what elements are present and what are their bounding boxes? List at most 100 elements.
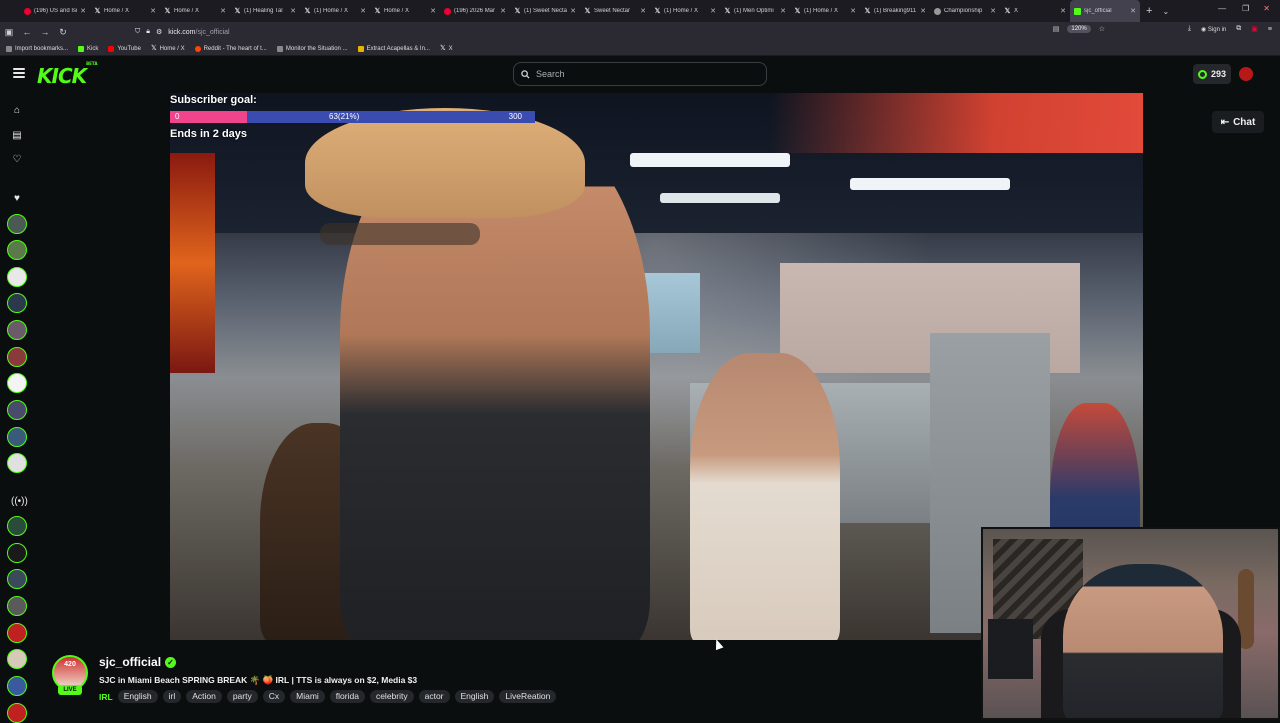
tab-close-icon[interactable]: ✕ bbox=[780, 7, 786, 15]
stream-tag[interactable]: irl bbox=[162, 690, 182, 703]
tab-close-icon[interactable]: ✕ bbox=[1060, 7, 1066, 15]
tab-close-icon[interactable]: ✕ bbox=[1130, 7, 1136, 15]
recommended-channel-avatar[interactable] bbox=[7, 516, 27, 536]
browser-tab[interactable]: Championship ✕ bbox=[930, 0, 1000, 22]
close-window-icon[interactable]: ✕ bbox=[1263, 4, 1270, 13]
tab-close-icon[interactable]: ✕ bbox=[500, 7, 506, 15]
browser-tab[interactable]: 𝕏 (1) Home / X ✕ bbox=[790, 0, 860, 22]
followed-channel-avatar[interactable] bbox=[7, 373, 27, 393]
browser-tab[interactable]: 𝕏 X ✕ bbox=[1000, 0, 1070, 22]
stream-tag[interactable]: English bbox=[117, 690, 158, 703]
followed-channel-avatar[interactable] bbox=[7, 400, 27, 420]
stream-category-link[interactable]: IRL bbox=[99, 692, 113, 702]
recommended-channel-avatar[interactable] bbox=[7, 543, 27, 563]
tab-close-icon[interactable]: ✕ bbox=[570, 7, 576, 15]
bookmark-item[interactable]: Kick bbox=[78, 45, 98, 52]
browser-tab[interactable]: (196) 2026 Mar ✕ bbox=[440, 0, 510, 22]
tab-close-icon[interactable]: ✕ bbox=[80, 7, 86, 15]
browser-tab[interactable]: 𝕏 Home / X ✕ bbox=[370, 0, 440, 22]
tab-close-icon[interactable]: ✕ bbox=[640, 7, 646, 15]
stream-tag[interactable]: Cx bbox=[262, 690, 286, 703]
tab-list-icon[interactable]: ⌄ bbox=[1162, 7, 1169, 16]
followed-channel-avatar[interactable] bbox=[7, 347, 27, 367]
tab-close-icon[interactable]: ✕ bbox=[990, 7, 996, 15]
browser-tab[interactable]: (196) US and Isr ✕ bbox=[20, 0, 90, 22]
chat-toggle-button[interactable]: ⇤ Chat bbox=[1212, 111, 1264, 133]
stream-tag[interactable]: celebrity bbox=[369, 690, 414, 703]
bookmark-item[interactable]: Monitor the Situation ... bbox=[276, 45, 348, 52]
browser-tab[interactable]: 𝕏 (1) Men Optimi ✕ bbox=[720, 0, 790, 22]
bookmark-item[interactable]: 𝕏 Home / X bbox=[151, 45, 185, 52]
stream-tag[interactable]: LiveReation bbox=[499, 690, 557, 703]
zoom-level[interactable]: 120% bbox=[1067, 25, 1091, 33]
stream-tag[interactable]: florida bbox=[329, 690, 365, 703]
bookmark-item[interactable]: Reddit - The heart of t... bbox=[194, 45, 267, 52]
sidebar-toggle-icon[interactable]: ▣ bbox=[0, 27, 18, 38]
browser-tab[interactable]: 𝕏 (1) Breaking911 ✕ bbox=[860, 0, 930, 22]
bookmark-item[interactable]: YouTube bbox=[108, 45, 141, 52]
browser-tab[interactable]: 𝕏 Home / X ✕ bbox=[160, 0, 230, 22]
bookmark-item[interactable]: 𝕏X bbox=[439, 44, 453, 52]
minimize-icon[interactable]: — bbox=[1218, 4, 1226, 13]
followed-channel-avatar[interactable] bbox=[7, 240, 27, 260]
extensions-icon[interactable]: ⧉ bbox=[1236, 25, 1241, 33]
recommended-channel-avatar[interactable] bbox=[7, 596, 27, 616]
extension-icon[interactable]: ▣ bbox=[1251, 25, 1258, 33]
forward-icon[interactable]: → bbox=[36, 27, 54, 37]
tab-close-icon[interactable]: ✕ bbox=[220, 7, 226, 15]
menu-icon[interactable]: ≡ bbox=[1268, 26, 1272, 33]
browser-tab[interactable]: 𝕏 (1) Home / X ✕ bbox=[650, 0, 720, 22]
bookmark-item[interactable]: Extract Acapellas & In... bbox=[357, 45, 430, 52]
recommended-channel-avatar[interactable] bbox=[7, 623, 27, 643]
streamer-name[interactable]: sjc_official bbox=[99, 655, 161, 669]
browser-tab-label: Home / X bbox=[104, 8, 130, 14]
tab-close-icon[interactable]: ✕ bbox=[850, 7, 856, 15]
followed-channel-avatar[interactable] bbox=[7, 427, 27, 447]
bookmark-item[interactable]: Import bookmarks... bbox=[6, 45, 68, 52]
recommended-channel-avatar[interactable] bbox=[7, 569, 27, 589]
stream-tag[interactable]: party bbox=[226, 690, 258, 703]
stream-tag[interactable]: English bbox=[454, 690, 495, 703]
reload-icon[interactable]: ↻ bbox=[54, 27, 72, 38]
tab-close-icon[interactable]: ✕ bbox=[920, 7, 926, 15]
browser-tab[interactable]: 𝕏 (1) Healing Tal ✕ bbox=[230, 0, 300, 22]
url-bar[interactable]: ⛉ 🔒︎ ⚙ kick.com/sjc_official bbox=[135, 25, 1105, 39]
home-icon[interactable]: ⌂ bbox=[11, 105, 23, 117]
downloads-icon[interactable]: ⤓ bbox=[1188, 25, 1191, 33]
kick-logo[interactable]: KICKBETA bbox=[37, 61, 97, 88]
account-sign-in[interactable]: ◉ Sign in bbox=[1201, 26, 1226, 33]
tab-close-icon[interactable]: ✕ bbox=[430, 7, 436, 15]
recommended-channel-avatar[interactable] bbox=[7, 676, 27, 696]
tab-close-icon[interactable]: ✕ bbox=[360, 7, 366, 15]
search-input[interactable]: Search bbox=[513, 62, 767, 86]
following-heart-icon[interactable]: ♡ bbox=[11, 154, 23, 166]
stream-tag[interactable]: Action bbox=[186, 690, 222, 703]
reader-view-icon[interactable]: ▤ bbox=[1053, 25, 1060, 33]
followed-channel-avatar[interactable] bbox=[7, 293, 27, 313]
browser-tab[interactable]: sjc_official ✕ bbox=[1070, 0, 1140, 22]
tab-close-icon[interactable]: ✕ bbox=[290, 7, 296, 15]
user-avatar[interactable] bbox=[1239, 67, 1253, 81]
x-icon: 𝕏 bbox=[439, 44, 446, 52]
recommended-channel-avatar[interactable] bbox=[7, 703, 27, 723]
followed-channel-avatar[interactable] bbox=[7, 214, 27, 234]
followed-channel-avatar[interactable] bbox=[7, 453, 27, 473]
hamburger-menu-icon[interactable] bbox=[13, 68, 25, 78]
recommended-channel-avatar[interactable] bbox=[7, 649, 27, 669]
tab-close-icon[interactable]: ✕ bbox=[150, 7, 156, 15]
browse-icon[interactable]: ▤ bbox=[11, 130, 23, 142]
bookmark-star-icon[interactable]: ☆ bbox=[1099, 25, 1105, 33]
followed-channel-avatar[interactable] bbox=[7, 320, 27, 340]
browser-tab[interactable]: 𝕏 (1) Sweet Necta ✕ bbox=[510, 0, 580, 22]
tab-close-icon[interactable]: ✕ bbox=[710, 7, 716, 15]
stream-tag[interactable]: Miami bbox=[290, 690, 325, 703]
stream-tag[interactable]: actor bbox=[418, 690, 450, 703]
followed-channel-avatar[interactable] bbox=[7, 267, 27, 287]
new-tab-icon[interactable]: + bbox=[1146, 5, 1152, 17]
back-icon[interactable]: ← bbox=[18, 27, 36, 37]
browser-tab[interactable]: 𝕏 (1) Home / X ✕ bbox=[300, 0, 370, 22]
browser-tab[interactable]: 𝕏 Home / X ✕ bbox=[90, 0, 160, 22]
browser-tab[interactable]: 𝕏 Sweet Nectar ✕ bbox=[580, 0, 650, 22]
restore-icon[interactable]: ❐ bbox=[1242, 4, 1249, 13]
channel-points-button[interactable]: 293 bbox=[1193, 64, 1231, 84]
